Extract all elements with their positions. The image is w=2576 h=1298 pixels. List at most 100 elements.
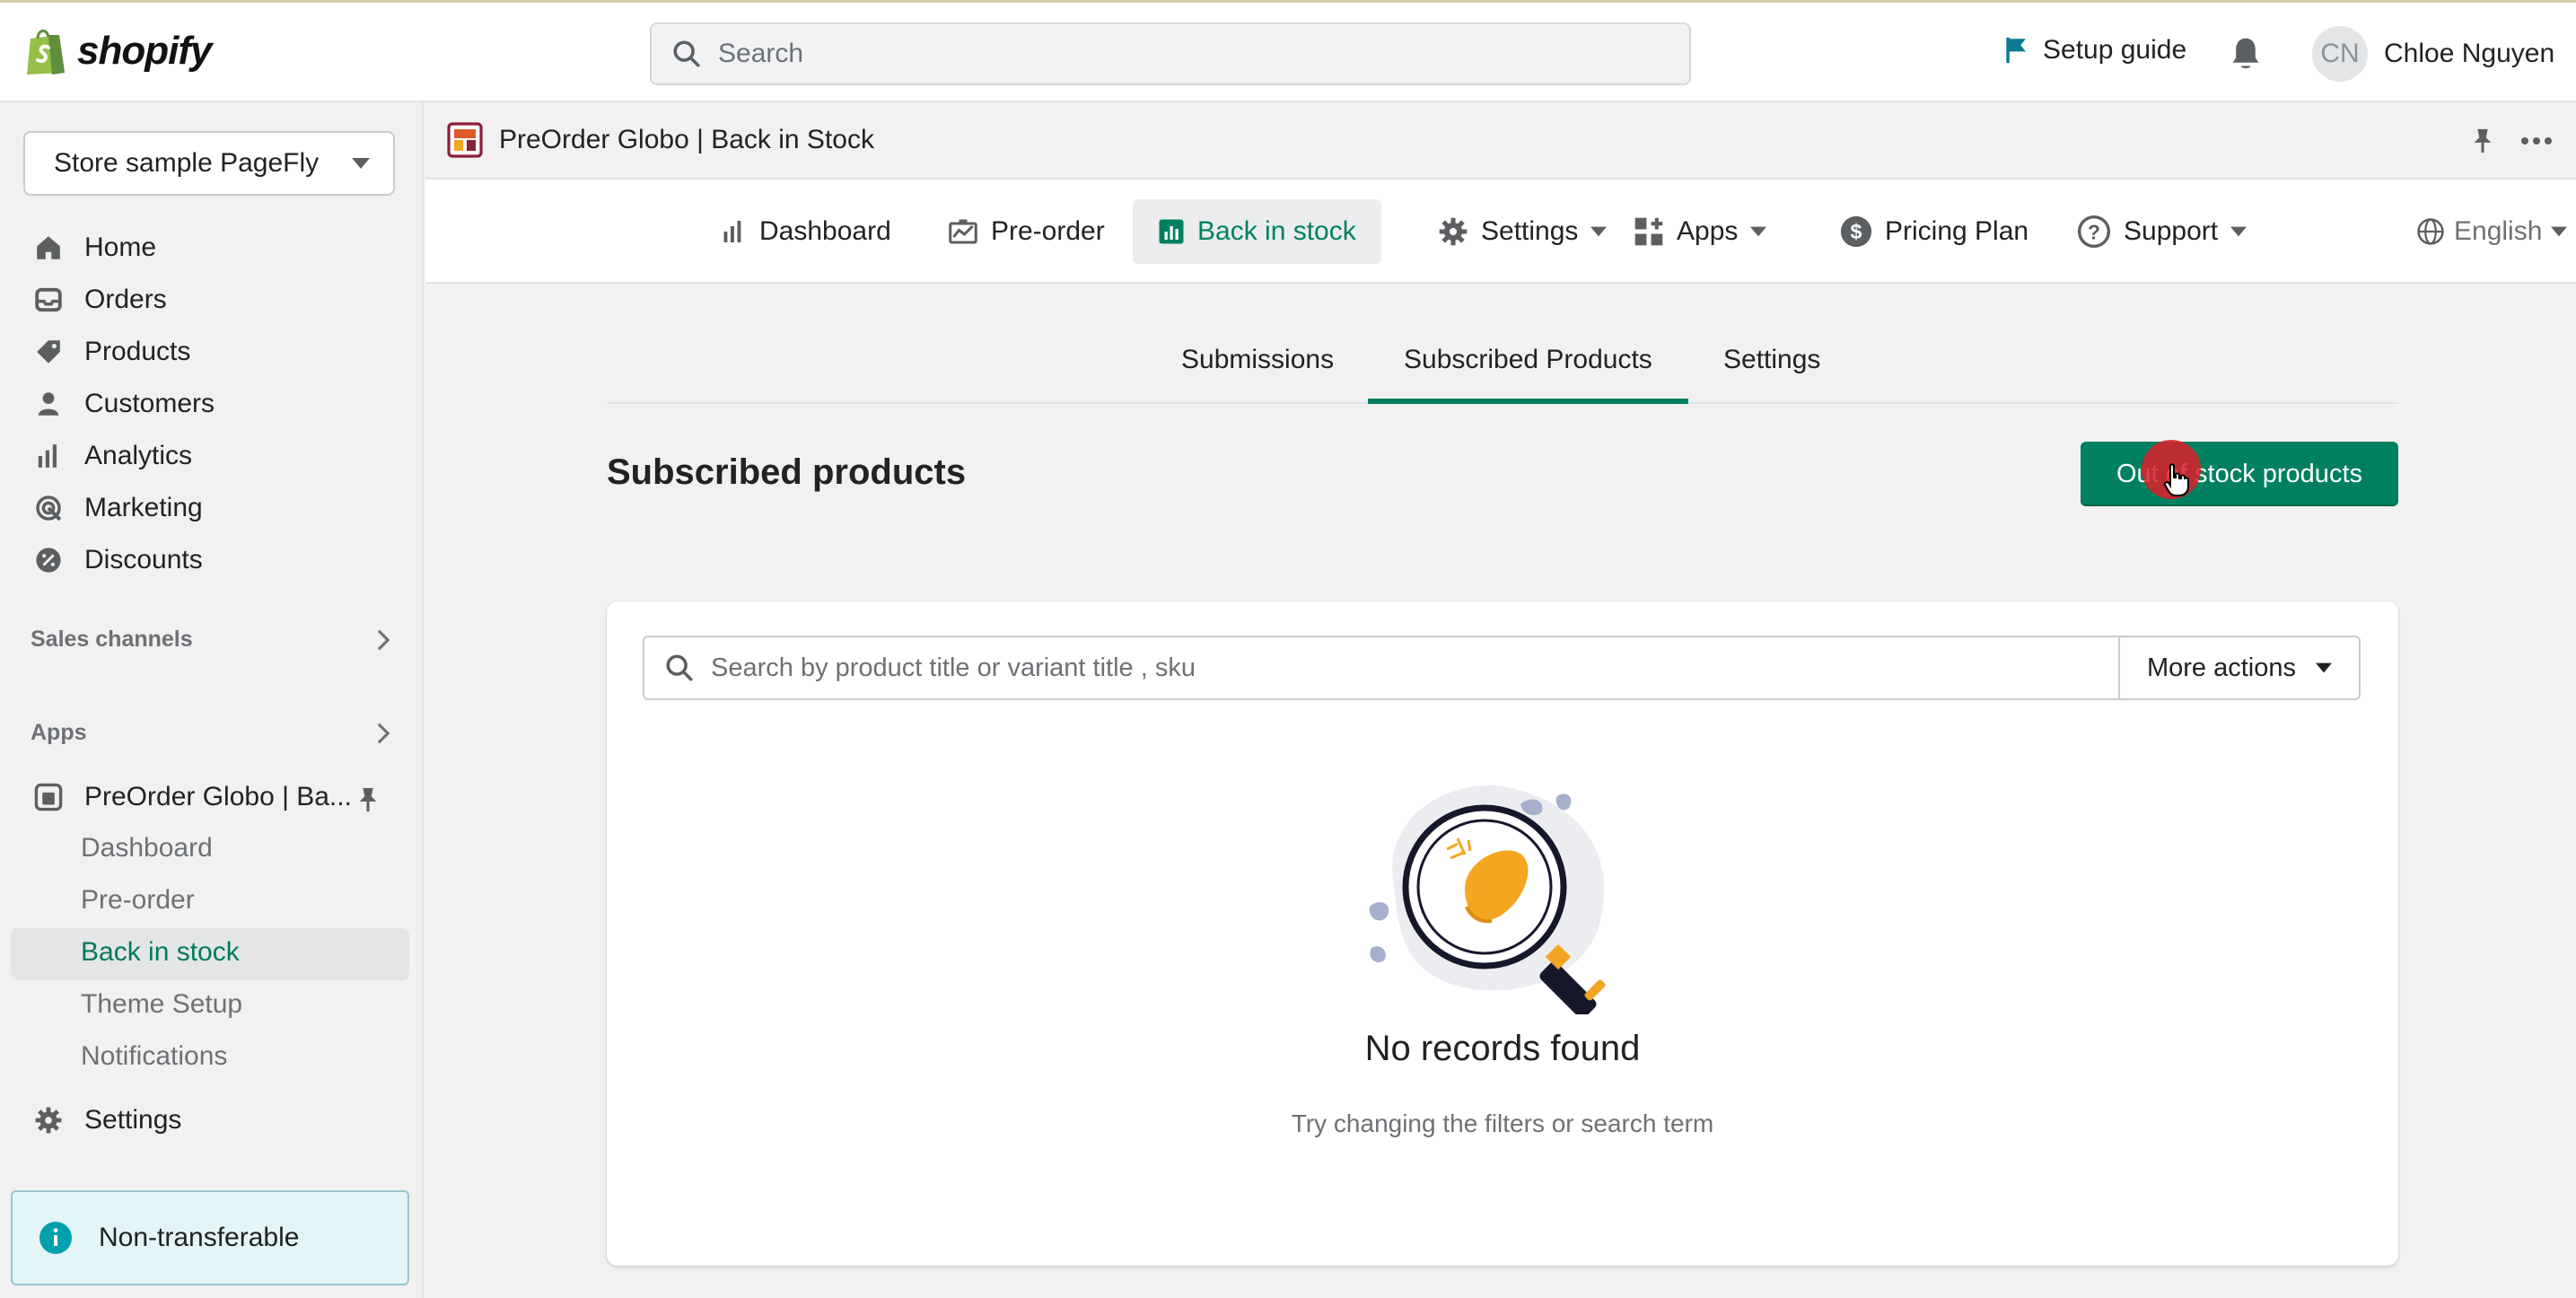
caret-down-icon	[2230, 226, 2247, 237]
empty-state-magnifier-illustration	[1357, 772, 1653, 1014]
sidebar-subitem-theme-setup[interactable]: Theme Setup	[81, 989, 242, 1020]
empty-state-title: No records found	[1364, 1029, 1641, 1068]
user-name[interactable]: Chloe Nguyen	[2384, 39, 2554, 69]
setup-guide-link[interactable]: Setup guide	[2003, 35, 2186, 66]
global-search-input[interactable]	[718, 39, 1689, 69]
globe-icon	[2417, 218, 2444, 245]
more-actions-label: More actions	[2146, 653, 2296, 682]
sidebar-subitem-dashboard[interactable]: Dashboard	[81, 833, 213, 864]
setup-guide-label: Setup guide	[2043, 35, 2187, 65]
sidebar-item-label: PreOrder Globo | Ba...	[84, 782, 352, 811]
sidebar: Store sample PageFly Home Orders Product…	[0, 102, 424, 1298]
hand-cursor-icon	[2163, 463, 2190, 497]
gear-icon	[1439, 217, 1468, 246]
image-chart-icon	[949, 219, 977, 244]
caret-down-icon	[1750, 226, 1767, 237]
sidebar-item-customers[interactable]: Customers	[32, 388, 215, 420]
caret-down-icon	[2551, 226, 2568, 237]
out-of-stock-products-button[interactable]: Out of stock products	[2081, 442, 2398, 506]
tab-label: Dashboard	[759, 216, 891, 246]
chevron-right-icon	[377, 723, 390, 743]
target-icon	[32, 492, 65, 524]
subtab-subscribed-products[interactable]: Subscribed Products	[1368, 338, 1688, 404]
language-selector[interactable]: English	[2409, 199, 2568, 264]
report-icon	[1159, 219, 1184, 244]
language-label: English	[2454, 216, 2543, 246]
page-title: Subscribed products	[607, 452, 967, 492]
app-logo-icon	[447, 122, 483, 158]
logo-wordmark: shopify	[77, 29, 212, 73]
store-name: Store sample PageFly	[54, 148, 320, 178]
app-title-text: PreOrder Globo | Back in Stock	[499, 125, 874, 154]
chevron-right-icon	[377, 629, 390, 650]
sub-tabs: Submissions Subscribed Products Settings	[607, 338, 2398, 404]
tab-label: Apps	[1677, 216, 1739, 246]
search-icon	[673, 40, 700, 67]
bar-chart-icon	[32, 440, 65, 472]
tab-label: Support	[2124, 216, 2219, 246]
sidebar-subitem-notifications[interactable]: Notifications	[81, 1041, 227, 1072]
sidebar-subitem-back-in-stock[interactable]: Back in stock	[81, 937, 240, 968]
sidebar-item-label: Discounts	[84, 545, 203, 574]
app-title: PreOrder Globo | Back in Stock	[447, 122, 874, 158]
apps-label: Apps	[31, 720, 87, 745]
sales-channels-label: Sales channels	[31, 627, 193, 652]
subtab-settings[interactable]: Settings	[1723, 338, 1820, 404]
gear-icon	[32, 1104, 65, 1136]
sidebar-item-discounts[interactable]: Discounts	[32, 544, 203, 576]
tab-label: Pre-order	[991, 216, 1105, 246]
tab-pricing-plan[interactable]: $ Pricing Plan	[1815, 199, 2054, 264]
svg-text:?: ?	[2088, 221, 2100, 244]
tab-label: Settings	[1481, 216, 1579, 246]
sidebar-item-orders[interactable]: Orders	[32, 284, 167, 316]
sidebar-item-products[interactable]: Products	[32, 336, 190, 368]
non-transferable-banner[interactable]: Non-transferable	[11, 1190, 409, 1285]
caret-down-icon	[2316, 662, 2332, 673]
subtab-submissions[interactable]: Submissions	[1181, 338, 1334, 404]
sidebar-item-analytics[interactable]: Analytics	[32, 440, 192, 472]
empty-state-subtitle: Try changing the filters or search term	[1291, 1109, 1714, 1137]
sidebar-item-label: Settings	[84, 1105, 182, 1135]
app-header: PreOrder Globo | Back in Stock	[425, 102, 2576, 180]
sidebar-item-marketing[interactable]: Marketing	[32, 492, 203, 524]
sales-channels-header[interactable]: Sales channels	[31, 627, 390, 653]
sidebar-item-label: Products	[84, 337, 191, 366]
caret-down-icon	[352, 158, 370, 169]
help-icon: ?	[2077, 215, 2111, 249]
person-icon	[32, 388, 65, 420]
apps-header[interactable]: Apps	[31, 720, 390, 746]
app-navigation: Dashboard Pre-order Back in stock Settin…	[425, 180, 2576, 284]
product-search-input[interactable]	[711, 653, 2118, 683]
more-actions-button[interactable]: More actions	[2118, 636, 2361, 700]
sidebar-subitem-pre-order[interactable]: Pre-order	[81, 885, 195, 916]
bar-chart-icon	[723, 221, 741, 242]
more-horizontal-icon[interactable]	[2520, 136, 2553, 145]
product-search-field[interactable]	[643, 636, 2120, 700]
tab-settings[interactable]: Settings	[1413, 199, 1632, 264]
store-selector[interactable]: Store sample PageFly	[23, 131, 395, 196]
tab-pre-order[interactable]: Pre-order	[923, 199, 1130, 264]
dollar-icon: $	[1840, 215, 1872, 248]
svg-text:$: $	[1850, 220, 1862, 243]
global-search[interactable]	[650, 22, 1691, 85]
flag-icon	[2006, 37, 2026, 64]
tab-apps[interactable]: Apps	[1608, 199, 1792, 264]
sidebar-item-preorder-app[interactable]: PreOrder Globo | Ba...	[32, 781, 391, 813]
pin-icon[interactable]	[2472, 127, 2493, 154]
caret-down-icon	[1590, 226, 1608, 237]
notifications-bell-icon[interactable]	[2230, 35, 2262, 71]
sidebar-item-label: Analytics	[84, 441, 193, 470]
tab-dashboard[interactable]: Dashboard	[695, 199, 916, 264]
subscribed-products-card: More actions No records found Try changi…	[607, 601, 2398, 1266]
info-icon	[39, 1222, 72, 1254]
pin-icon[interactable]	[357, 786, 379, 813]
tab-support[interactable]: ? Support	[2052, 199, 2272, 264]
tab-back-in-stock[interactable]: Back in stock	[1133, 199, 1381, 264]
sidebar-item-settings[interactable]: Settings	[32, 1104, 181, 1136]
sidebar-item-label: Customers	[84, 389, 215, 418]
avatar[interactable]: CN	[2312, 26, 2368, 82]
home-icon	[32, 232, 65, 264]
sidebar-item-home[interactable]: Home	[32, 232, 156, 264]
sidebar-item-label: Orders	[84, 285, 167, 314]
shopify-logo[interactable]: shopify	[23, 26, 212, 76]
